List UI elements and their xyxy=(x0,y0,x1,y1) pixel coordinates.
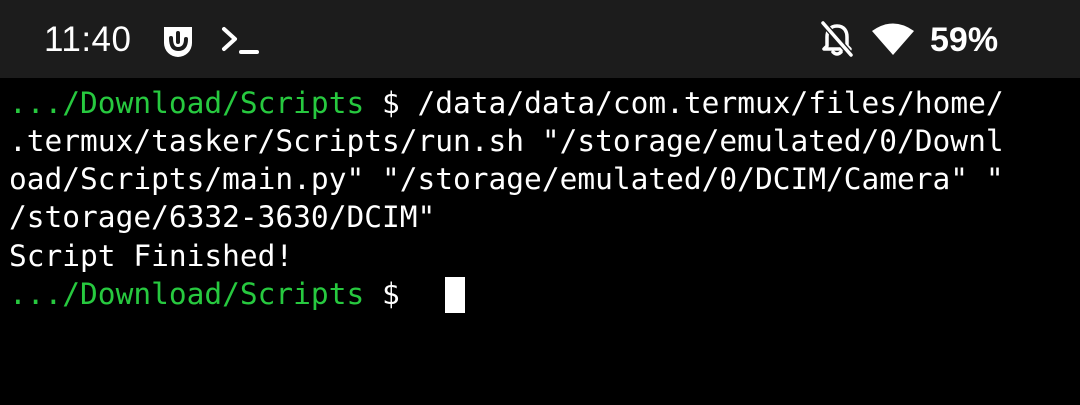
terminal-view[interactable]: .../Download/Scripts $ /data/data/com.te… xyxy=(0,78,1080,405)
command-text: /data/data/com.termux/files/home/ xyxy=(417,86,1004,120)
terminal-line: oad/Scripts/main.py" "/storage/emulated/… xyxy=(9,162,1004,196)
prompt-path: .../Download/Scripts xyxy=(9,86,365,120)
terminal-cursor xyxy=(445,277,465,313)
terminal-prompt-icon xyxy=(222,27,259,54)
notifications-muted-icon xyxy=(820,21,854,57)
prompt-symbol: $ xyxy=(364,86,418,120)
status-time: 11:40 xyxy=(44,20,132,59)
terminal-line: /storage/6332-3630/DCIM" xyxy=(9,200,436,234)
terminal-line: .../Download/Scripts $ /data/data/com.te… xyxy=(9,84,1004,122)
notification-app-icon xyxy=(164,27,192,57)
prompt-symbol: $ xyxy=(364,277,418,311)
wifi-icon xyxy=(872,23,914,55)
status-bar: 11:40 59% xyxy=(0,0,1080,78)
terminal-line: .termux/tasker/Scripts/run.sh "/storage/… xyxy=(9,124,1004,158)
prompt-path: .../Download/Scripts xyxy=(9,277,365,311)
battery-percent: 59% xyxy=(930,21,999,59)
terminal-output: Script Finished! xyxy=(9,239,294,273)
terminal-line: .../Download/Scripts $ xyxy=(9,275,418,313)
